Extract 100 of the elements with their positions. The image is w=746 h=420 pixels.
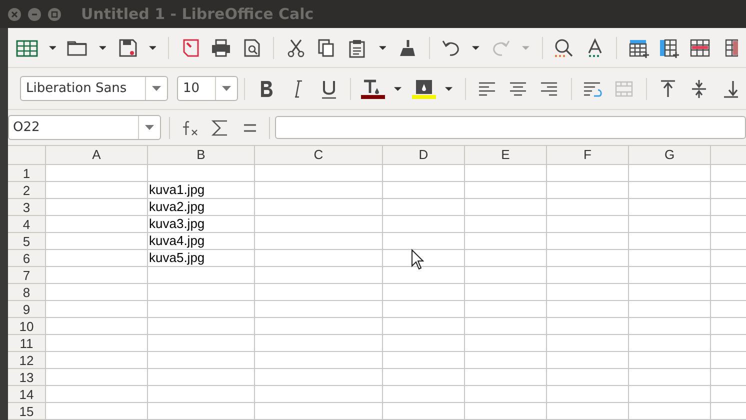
table-cell[interactable]	[46, 250, 148, 267]
spreadsheet-icon[interactable]	[15, 38, 40, 58]
table-cell[interactable]	[46, 318, 148, 335]
table-cell[interactable]	[255, 199, 383, 216]
table-cell[interactable]	[148, 301, 255, 318]
table-cell[interactable]	[547, 301, 629, 318]
table-cell[interactable]	[547, 182, 629, 199]
column-header[interactable]: A	[46, 146, 148, 165]
table-cell[interactable]	[46, 233, 148, 250]
row-header[interactable]: 12	[8, 352, 46, 369]
close-icon[interactable]	[8, 8, 21, 20]
font-size-field[interactable]: 10	[176, 76, 238, 101]
pdf-icon[interactable]	[180, 38, 201, 58]
table-cell[interactable]	[629, 182, 711, 199]
table-cell[interactable]	[255, 267, 383, 284]
table-cell[interactable]	[148, 352, 255, 369]
table-cell[interactable]	[255, 182, 383, 199]
row-header[interactable]: 6	[8, 250, 46, 267]
table-cell[interactable]	[148, 335, 255, 352]
table-cell[interactable]	[383, 352, 465, 369]
table-cell[interactable]	[465, 165, 547, 182]
underline-icon[interactable]	[320, 78, 337, 98]
table-cell[interactable]	[629, 267, 711, 284]
table-cell[interactable]	[383, 284, 465, 301]
column-header[interactable]: F	[547, 146, 629, 165]
row-header[interactable]: 14	[8, 386, 46, 403]
delete-columns-icon[interactable]	[724, 38, 738, 58]
table-cell[interactable]	[383, 335, 465, 352]
table-cell[interactable]	[629, 335, 711, 352]
table-cell[interactable]	[465, 301, 547, 318]
table-cell[interactable]	[383, 369, 465, 386]
table-cell[interactable]	[255, 403, 383, 420]
align-middle-icon[interactable]	[690, 78, 708, 98]
table-cell[interactable]	[547, 403, 629, 420]
table-cell[interactable]	[46, 403, 148, 420]
row-header[interactable]: 4	[8, 216, 46, 233]
table-cell[interactable]	[46, 267, 148, 284]
table-cell[interactable]	[255, 301, 383, 318]
table-cell[interactable]	[629, 403, 711, 420]
table-cell[interactable]	[465, 369, 547, 386]
maximize-icon[interactable]	[48, 8, 61, 20]
table-cell[interactable]	[465, 267, 547, 284]
table-cell[interactable]	[465, 233, 547, 250]
table-cell[interactable]	[255, 386, 383, 403]
column-header[interactable]: G	[629, 146, 711, 165]
table-cell[interactable]	[629, 369, 711, 386]
table-cell[interactable]	[465, 403, 547, 420]
table-cell[interactable]	[255, 352, 383, 369]
table-cell[interactable]	[148, 267, 255, 284]
table-cell[interactable]	[255, 250, 383, 267]
table-cell[interactable]: kuva2.jpg	[148, 199, 255, 216]
delete-rows-icon[interactable]	[688, 38, 711, 58]
table-cell[interactable]	[255, 318, 383, 335]
search-icon[interactable]	[553, 38, 576, 58]
table-cell[interactable]	[255, 233, 383, 250]
row-header[interactable]: 2	[8, 182, 46, 199]
table-cell[interactable]	[255, 369, 383, 386]
table-cell[interactable]	[148, 318, 255, 335]
table-cell[interactable]	[148, 386, 255, 403]
equals-icon[interactable]	[243, 122, 257, 132]
row-header[interactable]: 7	[8, 267, 46, 284]
table-cell[interactable]	[547, 318, 629, 335]
table-cell[interactable]	[465, 386, 547, 403]
table-cell[interactable]	[629, 165, 711, 182]
table-cell[interactable]	[547, 233, 629, 250]
table-cell[interactable]	[629, 318, 711, 335]
sum-icon[interactable]	[211, 118, 229, 136]
table-cell[interactable]	[148, 369, 255, 386]
table-cell[interactable]	[383, 267, 465, 284]
table-cell[interactable]	[547, 165, 629, 182]
clipboard-icon[interactable]	[347, 38, 368, 58]
row-header[interactable]: 3	[8, 199, 46, 216]
table-cell[interactable]	[46, 352, 148, 369]
table-cell[interactable]	[547, 335, 629, 352]
table-cell[interactable]	[383, 233, 465, 250]
table-cell[interactable]	[465, 182, 547, 199]
row-header[interactable]: 1	[8, 165, 46, 182]
table-cell[interactable]	[383, 182, 465, 199]
table-cell[interactable]	[465, 250, 547, 267]
highlight-color-icon[interactable]	[412, 78, 436, 98]
paintbrush-icon[interactable]	[397, 38, 418, 58]
row-header[interactable]: 8	[8, 284, 46, 301]
table-cell[interactable]	[465, 352, 547, 369]
column-header[interactable]: D	[383, 146, 465, 165]
row-header[interactable]: 10	[8, 318, 46, 335]
copy-icon[interactable]	[316, 38, 336, 58]
table-cell[interactable]	[383, 403, 465, 420]
table-cell[interactable]	[465, 284, 547, 301]
column-header[interactable]: C	[255, 146, 383, 165]
table-cell[interactable]: kuva4.jpg	[148, 233, 255, 250]
minimize-icon[interactable]	[28, 8, 41, 20]
table-cell[interactable]	[629, 386, 711, 403]
row-header[interactable]: 13	[8, 369, 46, 386]
table-cell[interactable]	[383, 318, 465, 335]
table-cell[interactable]	[148, 165, 255, 182]
table-cell[interactable]	[255, 165, 383, 182]
insert-columns-icon[interactable]	[658, 38, 680, 58]
font-color-icon[interactable]	[360, 78, 385, 98]
row-header[interactable]: 5	[8, 233, 46, 250]
table-cell[interactable]: kuva1.jpg	[148, 182, 255, 199]
